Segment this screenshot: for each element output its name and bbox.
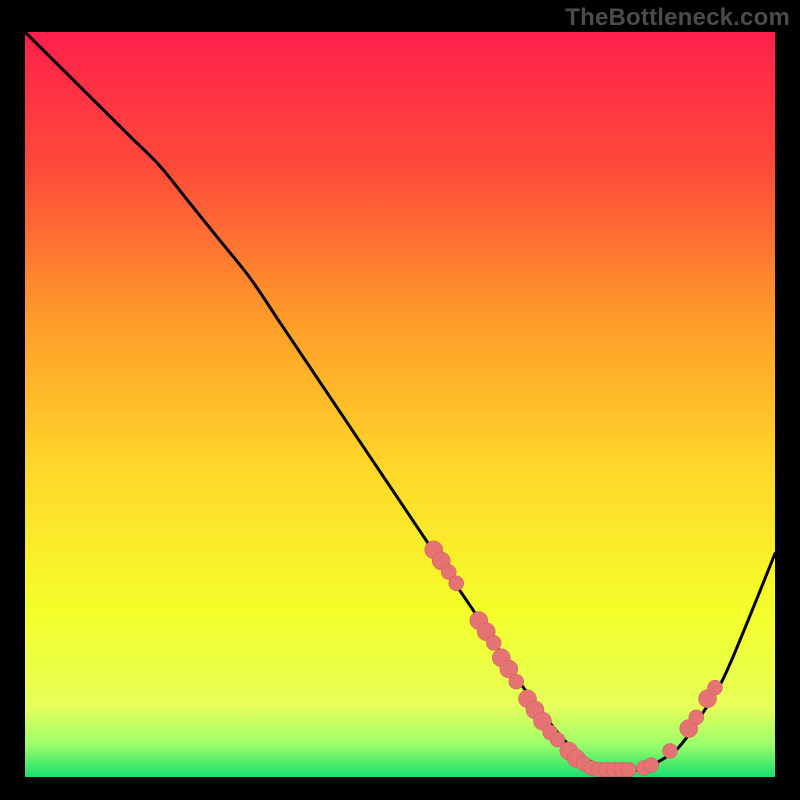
curve-marker	[509, 674, 524, 689]
curve-marker	[486, 635, 501, 650]
curve-marker	[449, 576, 464, 591]
watermark-text: TheBottleneck.com	[565, 4, 790, 32]
curve-marker	[621, 762, 636, 777]
curve-marker	[663, 743, 678, 758]
curve-marker	[708, 680, 723, 695]
bottleneck-chart	[25, 32, 775, 777]
chart-plot-area	[25, 32, 775, 777]
chart-stage: TheBottleneck.com	[0, 0, 800, 800]
curve-marker	[689, 710, 704, 725]
curve-marker	[644, 758, 659, 773]
